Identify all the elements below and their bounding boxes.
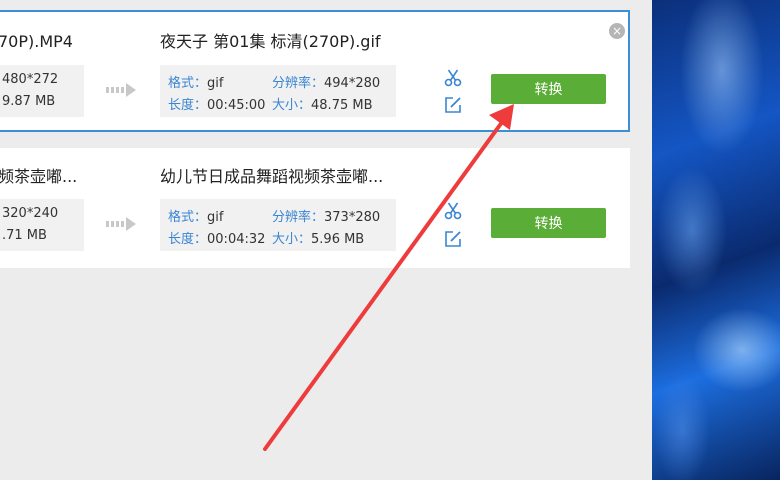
source-file-info: 480*272 9.87 MB xyxy=(0,65,84,117)
output-file-info: 格式：gif 分辨率：494*280 长度：00:45:00 大小：48.75 … xyxy=(160,65,396,117)
convert-button[interactable]: 转换 xyxy=(491,74,606,104)
scissors-icon[interactable] xyxy=(444,202,462,220)
desktop-wallpaper xyxy=(652,0,780,480)
format-label: 格式： xyxy=(168,76,208,91)
size-value: 5.96 MB xyxy=(311,232,365,247)
task-card[interactable]: 频茶壶嘟... 320*240 .71 MB 幼儿节日成品舞蹈视频茶壶嘟... … xyxy=(0,148,630,268)
conversion-list: 70P).MP4 480*272 9.87 MB 夜天子 第01集 标清(270… xyxy=(0,0,652,480)
format-value: gif xyxy=(207,76,224,91)
duration-value: 00:45:00 xyxy=(207,98,266,113)
edit-icon[interactable] xyxy=(444,96,462,114)
edit-icon[interactable] xyxy=(444,230,462,248)
duration-value: 00:04:32 xyxy=(207,232,266,247)
resolution-value: 494*280 xyxy=(324,76,381,91)
resolution-label: 分辨率： xyxy=(272,76,325,91)
convert-button[interactable]: 转换 xyxy=(491,208,606,238)
duration-label: 长度： xyxy=(168,98,208,113)
output-file-info: 格式：gif 分辨率：373*280 长度：00:04:32 大小：5.96 M… xyxy=(160,199,396,251)
size-label: 大小： xyxy=(272,232,312,247)
source-resolution: 320*240 xyxy=(2,206,59,221)
resolution-value: 373*280 xyxy=(324,210,381,225)
size-value: 48.75 MB xyxy=(311,98,373,113)
source-size: 9.87 MB xyxy=(2,94,56,109)
format-value: gif xyxy=(207,210,224,225)
source-size: .71 MB xyxy=(2,228,47,243)
source-resolution: 480*272 xyxy=(2,72,59,87)
double-chevron-right-icon xyxy=(106,83,136,97)
double-chevron-right-icon xyxy=(106,217,136,231)
resolution-label: 分辨率： xyxy=(272,210,325,225)
duration-label: 长度： xyxy=(168,232,208,247)
output-file-name: 夜天子 第01集 标清(270P).gif xyxy=(160,32,381,51)
size-label: 大小： xyxy=(272,98,312,113)
format-label: 格式： xyxy=(168,210,208,225)
source-file-name: 频茶壶嘟... xyxy=(0,167,78,186)
close-icon[interactable]: × xyxy=(609,23,625,39)
task-card[interactable]: 70P).MP4 480*272 9.87 MB 夜天子 第01集 标清(270… xyxy=(0,10,630,132)
scissors-icon[interactable] xyxy=(444,69,462,87)
output-file-name: 幼儿节日成品舞蹈视频茶壶嘟... xyxy=(160,167,384,186)
source-file-name: 70P).MP4 xyxy=(0,32,73,51)
source-file-info: 320*240 .71 MB xyxy=(0,199,84,251)
